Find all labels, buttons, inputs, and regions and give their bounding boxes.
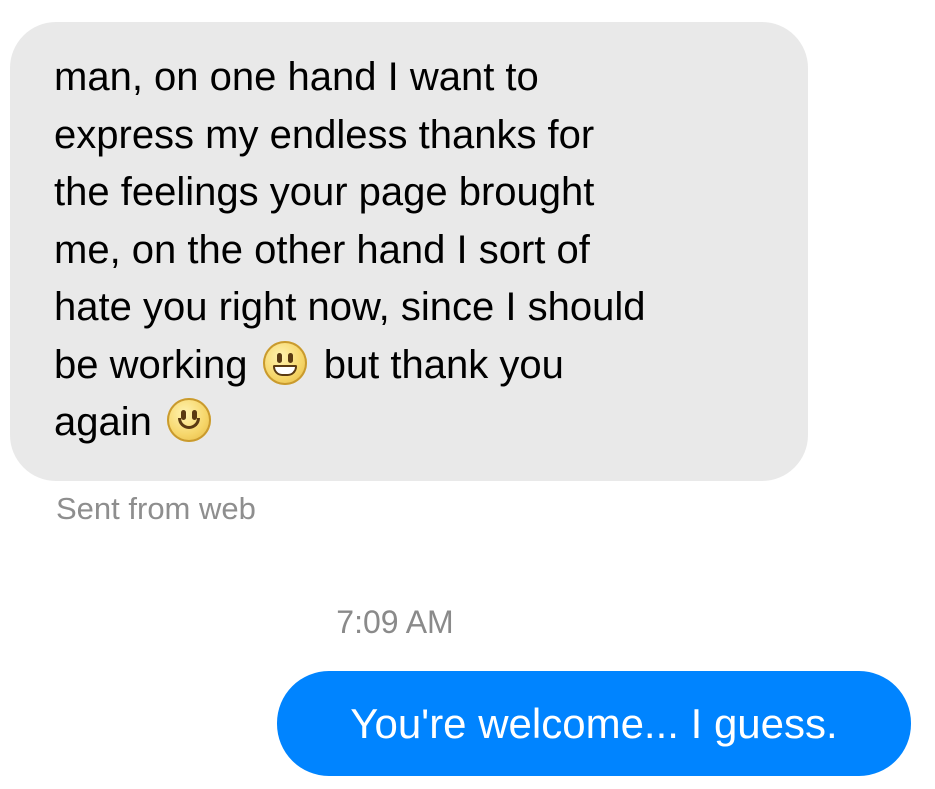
message-line: the feelings your page brought <box>54 170 595 214</box>
message-line-with-emoji: again <box>54 394 768 452</box>
message-text: again <box>54 400 152 444</box>
message-line: express my endless thanks for <box>54 112 595 157</box>
message-line: man, on one hand I want to <box>54 55 539 99</box>
outgoing-message-text: You're welcome... I guess. <box>350 700 838 747</box>
sent-from-web-label: Sent from web <box>56 491 256 526</box>
incoming-message-bubble[interactable]: man, on one hand I want to express my en… <box>10 22 808 481</box>
message-text: be working <box>54 342 248 387</box>
grinning-face-icon <box>262 340 307 385</box>
message-line-with-emoji: be working but thank you <box>54 337 768 395</box>
message-line: hate you right now, since I should <box>54 285 646 329</box>
slightly-smiling-face-icon <box>167 398 211 442</box>
message-line: me, on the other hand I sort of <box>54 227 590 272</box>
outgoing-message-bubble[interactable]: You're welcome... I guess. <box>277 671 911 776</box>
message-timestamp: 7:09 AM <box>336 604 454 640</box>
message-text: but thank you <box>323 342 564 387</box>
